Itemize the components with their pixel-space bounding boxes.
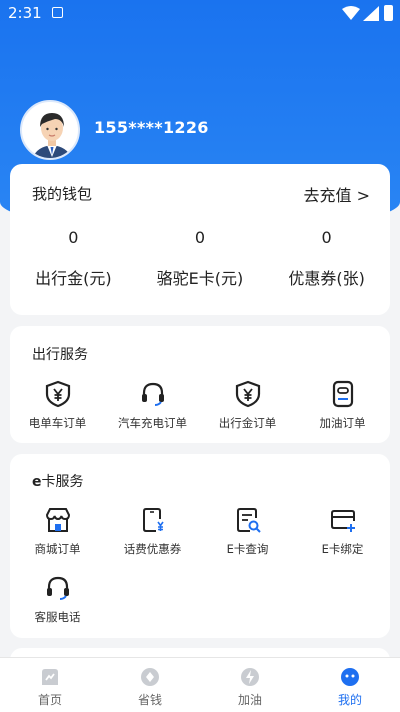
customer-service-button[interactable]: 客服电话 xyxy=(10,574,105,642)
home-icon xyxy=(42,669,58,685)
doc-search-icon xyxy=(236,508,261,533)
item-label: 商城订单 xyxy=(34,542,81,556)
ecard-services-card: e卡服务 商城订单 话费优惠券 E卡查询 E卡绑定 客服电话 xyxy=(10,454,390,638)
profile-header[interactable]: 155****1226 xyxy=(20,100,209,160)
item-label: 汽车充电订单 xyxy=(118,416,187,430)
recharge-button[interactable]: 去充值 > xyxy=(304,182,371,206)
status-bar: 2:31 xyxy=(0,0,400,28)
ecard-title-rest: 卡服务 xyxy=(41,474,84,490)
wallet-value: 0 xyxy=(321,228,332,247)
yen-shield-icon xyxy=(235,380,260,408)
travel-services-card: 出行服务 电单车订单 汽车充电订单 出行金订单 加油订单 xyxy=(10,326,390,443)
wallet-label: 骆驼E卡(元) xyxy=(156,269,244,288)
wallet-value: 0 xyxy=(194,228,206,247)
item-label: E卡绑定 xyxy=(321,542,364,556)
status-time: 2:31 xyxy=(8,4,42,22)
car-charging-orders-button[interactable]: 汽车充电订单 xyxy=(105,380,200,448)
ecard-query-button[interactable]: E卡查询 xyxy=(200,506,295,574)
tab-save-money[interactable]: 省钱 xyxy=(100,658,200,712)
headset-icon xyxy=(46,576,69,600)
tab-label: 加油 xyxy=(237,693,262,707)
smile-icon xyxy=(341,668,359,686)
wallet-ecard-balance[interactable]: 0 骆驼E卡(元) xyxy=(137,228,264,289)
wallet-title: 我的钱包 xyxy=(32,185,93,203)
tab-label: 省钱 xyxy=(137,693,162,707)
notification-icon xyxy=(52,7,63,18)
lightning-icon xyxy=(241,668,259,686)
travel-money-orders-button[interactable]: 出行金订单 xyxy=(200,380,295,448)
store-icon xyxy=(45,508,70,532)
phone-coupon-button[interactable]: 话费优惠券 xyxy=(105,506,200,574)
item-label: E卡查询 xyxy=(226,542,269,556)
item-label: 加油订单 xyxy=(319,416,366,430)
wallet-travel-money[interactable]: 0 出行金(元) xyxy=(10,228,137,289)
ecard-title-prefix: e xyxy=(32,474,42,490)
bottom-tab-bar: 首页 省钱 加油 我的 xyxy=(0,657,400,712)
tab-refuel[interactable]: 加油 xyxy=(200,658,300,712)
fuel-orders-button[interactable]: 加油订单 xyxy=(295,380,390,448)
yen-shield-icon xyxy=(45,380,70,408)
wallet-value: 0 xyxy=(68,228,79,247)
wallet-label: 优惠券(张) xyxy=(288,269,365,288)
avatar[interactable] xyxy=(20,100,80,160)
wifi-icon xyxy=(342,6,360,20)
item-label: 电单车订单 xyxy=(28,416,87,430)
save-money-icon xyxy=(141,668,159,686)
item-label: 话费优惠券 xyxy=(123,542,182,556)
tab-label: 首页 xyxy=(37,693,62,707)
tab-home[interactable]: 首页 xyxy=(0,658,100,712)
phone-coupon-icon xyxy=(142,508,164,532)
travel-services-title: 出行服务 xyxy=(32,347,88,363)
wallet-label: 出行金(元) xyxy=(35,269,112,288)
card-add-icon xyxy=(330,510,355,532)
tab-mine[interactable]: 我的 xyxy=(300,658,400,712)
item-label: 出行金订单 xyxy=(218,416,277,430)
battery-icon xyxy=(384,5,393,21)
ecard-bind-button[interactable]: E卡绑定 xyxy=(295,506,390,574)
headset-icon xyxy=(141,382,164,406)
signal-icon xyxy=(363,6,379,21)
wallet-coupons[interactable]: 0 优惠券(张) xyxy=(263,228,390,289)
item-label: 客服电话 xyxy=(34,610,81,624)
wallet-card: 我的钱包 去充值 > 0 出行金(元) 0 骆驼E卡(元) 0 优惠券(张) xyxy=(10,164,390,315)
avatar-person-icon xyxy=(32,113,72,158)
ecard-services-title: e卡服务 xyxy=(32,471,84,491)
tab-label: 我的 xyxy=(337,693,362,707)
mall-orders-button[interactable]: 商城订单 xyxy=(10,506,105,574)
fuel-card-icon xyxy=(332,380,353,408)
ebike-orders-button[interactable]: 电单车订单 xyxy=(10,380,105,448)
user-phone: 155****1226 xyxy=(94,117,209,137)
